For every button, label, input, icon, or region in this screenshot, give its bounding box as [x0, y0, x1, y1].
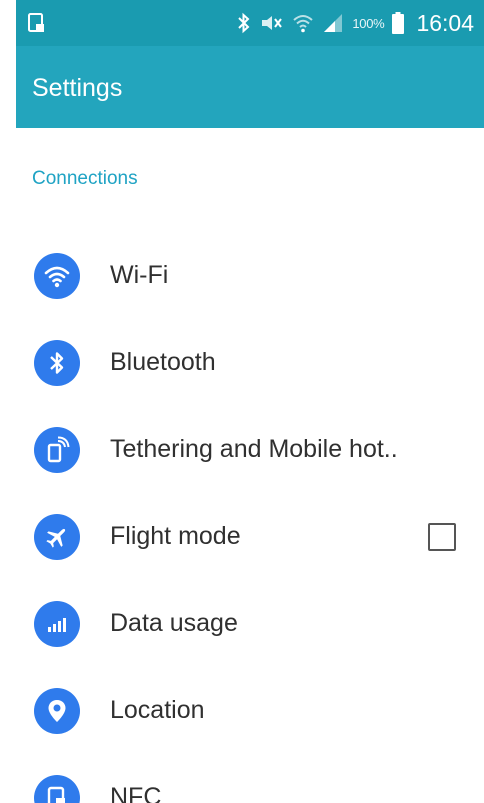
data-usage-icon	[34, 600, 80, 647]
battery-percent: 100%	[352, 15, 385, 31]
settings-item-nfc[interactable]: NFC	[16, 754, 484, 803]
status-bar: 100% 16:04	[16, 0, 484, 46]
location-pin-icon	[34, 687, 80, 734]
settings-item-location[interactable]: Location	[16, 667, 484, 754]
settings-item-label: NFC	[110, 783, 162, 803]
hotspot-icon	[34, 426, 80, 473]
settings-item-label: Flight mode	[110, 522, 241, 550]
status-clock: 16:04	[416, 9, 474, 36]
settings-item-bluetooth[interactable]: Bluetooth	[16, 319, 484, 406]
settings-item-label: Tethering and Mobile hot..	[110, 435, 398, 463]
nfc-icon	[34, 774, 80, 803]
settings-item-data-usage[interactable]: Data usage	[16, 580, 484, 667]
app-bar: Settings	[16, 46, 484, 128]
airplane-icon	[34, 513, 80, 560]
page-title: Settings	[32, 74, 123, 102]
signal-icon	[322, 12, 344, 34]
mute-icon	[260, 12, 284, 34]
settings-item-label: Data usage	[110, 609, 238, 637]
wifi-icon	[292, 12, 314, 34]
settings-item-label: Location	[110, 696, 205, 724]
screenshot-icon	[26, 11, 48, 35]
settings-item-flight-mode[interactable]: Flight mode	[16, 493, 484, 580]
bluetooth-icon	[236, 11, 252, 35]
bluetooth-icon	[34, 339, 80, 386]
section-header: Connections	[16, 128, 484, 232]
settings-screen: 100% 16:04 Settings Connections Wi-Fi Bl…	[16, 0, 484, 803]
wifi-icon	[34, 252, 80, 299]
settings-item-label: Bluetooth	[110, 348, 216, 376]
settings-item-label: Wi-Fi	[110, 261, 169, 289]
settings-item-tethering[interactable]: Tethering and Mobile hot..	[16, 406, 484, 493]
settings-item-wifi[interactable]: Wi-Fi	[16, 232, 484, 319]
battery-icon	[392, 12, 405, 34]
flight-mode-checkbox[interactable]	[428, 522, 456, 551]
section-title-connections: Connections	[32, 168, 138, 189]
status-icons: 100% 16:04	[236, 8, 474, 38]
